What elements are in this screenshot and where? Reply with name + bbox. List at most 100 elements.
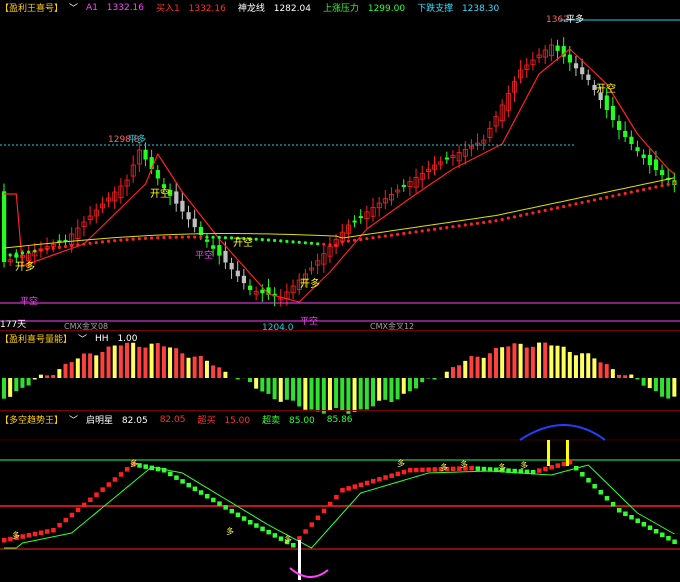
trend-block: [32, 531, 38, 537]
volume-bar: [8, 378, 13, 397]
trend-dot: [113, 239, 117, 243]
volume-bar: [500, 347, 505, 378]
trend-block: [204, 494, 210, 499]
candle-body: [586, 74, 591, 80]
bottom-arc: [289, 567, 329, 578]
volume-bar: [149, 343, 154, 378]
volume-bar: [334, 378, 339, 409]
trend-block: [211, 497, 216, 503]
trend-dot: [402, 231, 406, 236]
trend-dot: [672, 181, 676, 185]
trend-dot: [150, 236, 154, 240]
trend-block: [414, 467, 419, 473]
trend-dot: [168, 235, 172, 239]
trend-dot: [33, 249, 37, 253]
trend-dot: [211, 235, 215, 239]
trend-block: [266, 529, 271, 535]
volume-bar: [537, 342, 542, 378]
volume-bar: [358, 378, 363, 410]
long-mark: 多: [130, 458, 138, 468]
volume-bar: [303, 378, 308, 410]
trend-block: [168, 471, 173, 477]
trend-block: [321, 508, 327, 514]
trend-dot: [432, 227, 437, 231]
trend-block: [543, 466, 548, 472]
trend-dot: [297, 240, 301, 244]
indicator-oversold: 超卖 85.00: [262, 416, 315, 426]
volume-bar: [266, 378, 271, 394]
volume-bar: [494, 347, 498, 378]
trend-dot: [162, 235, 166, 240]
volume-bar: [377, 378, 382, 401]
volume-bar: [346, 378, 351, 414]
long-mark: 多: [498, 462, 506, 472]
volume-bar: [586, 353, 591, 378]
trend-dot: [125, 238, 129, 242]
trend-dot: [70, 244, 74, 248]
panel-divider[interactable]: [0, 330, 680, 331]
volume-bar: [395, 378, 400, 400]
trend-dot: [586, 199, 590, 203]
trend-block: [340, 488, 345, 493]
trend-dot: [371, 236, 375, 240]
chevron-down-icon[interactable]: ﹀: [78, 332, 87, 345]
volume-bar: [204, 360, 209, 378]
volume-bar: [414, 378, 419, 389]
ma-line: [4, 48, 675, 303]
panel2-title[interactable]: 【盈利喜号量能】: [0, 332, 72, 345]
trend-dot: [592, 198, 597, 202]
volume-bar: [14, 378, 19, 392]
panel1-title[interactable]: 【盈利王喜号】: [0, 1, 63, 14]
trend-dot: [14, 252, 18, 256]
volume-bar: [364, 378, 369, 410]
volume-bar: [653, 378, 658, 392]
candle-body: [223, 250, 228, 263]
volume-bar: [457, 365, 462, 378]
trend-dot: [303, 241, 307, 245]
trend-dot: [82, 242, 86, 246]
volume-bar: [235, 378, 240, 380]
trend-dot: [512, 215, 517, 219]
candle-body: [358, 216, 363, 219]
candle-body: [174, 191, 179, 204]
panel3-title[interactable]: 【多空趋势王】: [0, 413, 63, 426]
trend-dot: [279, 239, 283, 243]
trend-dot: [617, 193, 621, 197]
candle-body: [555, 45, 560, 51]
trend-block: [537, 468, 542, 473]
trend-block: [377, 477, 382, 482]
volume-bar: [463, 360, 468, 378]
indicator-qimingxing: 启明星 82.05: [86, 416, 148, 426]
chevron-down-icon[interactable]: ﹀: [69, 1, 78, 14]
volume-bar: [297, 378, 302, 407]
trend-dot: [383, 234, 387, 238]
trend-dot: [205, 235, 209, 239]
trend-dot: [463, 223, 467, 227]
trend-dot: [143, 236, 148, 240]
trend-dot: [531, 211, 535, 215]
volume-bar: [321, 378, 326, 414]
sell-signal-bar-1: [547, 440, 550, 466]
volume-bar: [57, 369, 62, 378]
trend-dot: [537, 210, 541, 214]
trend-block: [358, 482, 364, 488]
volume-bar: [100, 351, 105, 378]
trend-dot: [574, 202, 578, 206]
trend-dot: [334, 243, 338, 247]
volume-bar: [549, 345, 554, 378]
volume-bar: [506, 346, 511, 378]
candle-body: [211, 245, 216, 249]
indicator-hh: HH 1.00: [95, 333, 138, 344]
volume-bar: [186, 357, 191, 378]
panel-divider[interactable]: [0, 410, 680, 411]
candle-body: [604, 95, 609, 110]
trend-block: [629, 515, 634, 520]
chart-canvas[interactable]: 1298.8平多1362平多1204.0平空开空开空开空开多开多平空平空177天…: [0, 0, 680, 582]
trend-block: [327, 501, 333, 507]
trend-block: [186, 482, 191, 488]
trend-block: [180, 479, 185, 484]
open-long-label-2: 开多: [300, 277, 320, 290]
chevron-down-icon[interactable]: ﹀: [69, 413, 78, 426]
trend-block: [143, 464, 148, 469]
trend-dot: [352, 238, 357, 242]
